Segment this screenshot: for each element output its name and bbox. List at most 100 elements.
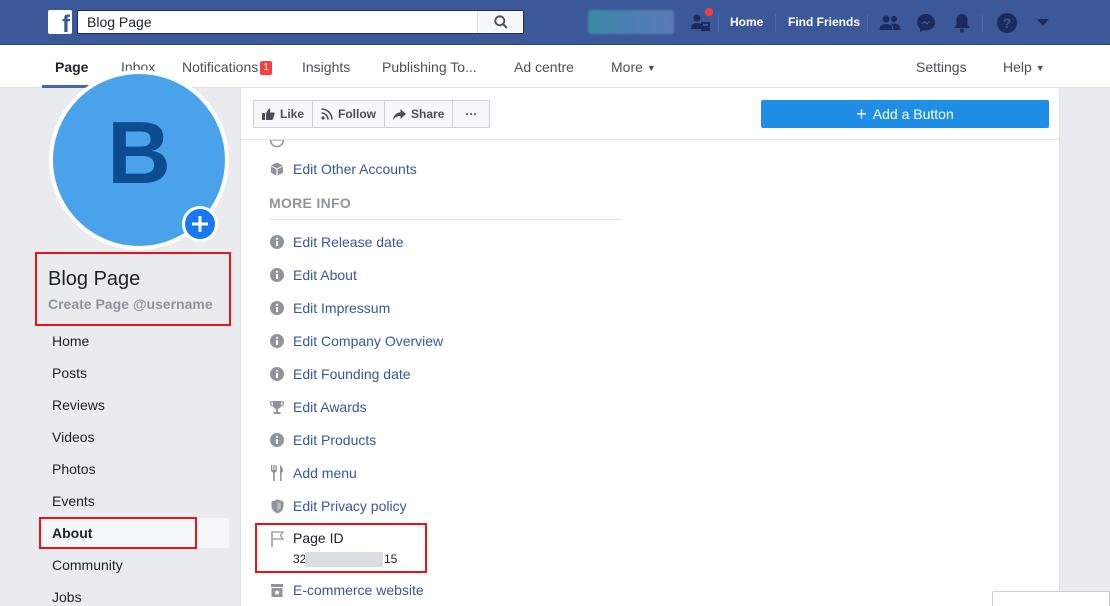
globe-icon	[269, 140, 285, 148]
plus-icon: +	[856, 104, 867, 124]
rss-icon	[321, 108, 333, 120]
sidebar-item-jobs[interactable]: Jobs	[52, 589, 82, 605]
info-row-founding-date[interactable]: Edit Founding date	[269, 364, 411, 384]
store-icon	[269, 582, 285, 598]
top-bar: f Home Find Friends ?	[0, 0, 1110, 45]
share-button[interactable]: Share	[385, 101, 454, 127]
more-info-heading: MORE INFO	[269, 195, 352, 211]
search-box[interactable]	[77, 10, 524, 34]
tab-page[interactable]: Page	[55, 59, 88, 75]
highlight-box-page-id	[255, 523, 427, 573]
sidebar-item-photos[interactable]: Photos	[52, 461, 96, 477]
section-divider	[269, 219, 621, 220]
tab-ad-centre[interactable]: Ad centre	[514, 59, 574, 75]
messenger-icon[interactable]	[914, 11, 938, 35]
search-button[interactable]	[477, 11, 523, 33]
divider	[867, 14, 868, 32]
caret-down-icon: ▼	[1035, 63, 1045, 73]
caret-down-icon: ▼	[646, 63, 656, 73]
info-row-label[interactable]: Edit Other Accounts	[293, 161, 417, 177]
info-icon	[269, 234, 285, 250]
info-row-label[interactable]: Edit Release date	[293, 234, 404, 250]
tab-help-label: Help	[1003, 59, 1032, 75]
info-row-label[interactable]: Edit Founding date	[293, 366, 411, 382]
divider	[775, 14, 776, 32]
svg-text:?: ?	[1003, 15, 1012, 31]
cube-icon	[269, 161, 285, 177]
highlight-box-about	[39, 517, 197, 549]
sidebar-item-videos[interactable]: Videos	[52, 429, 95, 445]
tab-insights[interactable]: Insights	[302, 59, 350, 75]
fork-knife-icon	[269, 465, 285, 481]
info-row-ecommerce-website[interactable]: E-commerce website	[269, 580, 424, 600]
add-button-label: Add a Button	[872, 106, 954, 122]
tab-help[interactable]: Help ▼	[1003, 59, 1045, 75]
more-dots-icon: ···	[465, 107, 478, 121]
tab-more[interactable]: More ▼	[611, 59, 656, 75]
share-label: Share	[411, 107, 445, 121]
page-action-bar: Like Follow Share ··· + Add a Button	[241, 88, 1059, 140]
highlight-box-page-name	[35, 252, 231, 326]
info-row-add-menu[interactable]: Add menu	[269, 463, 357, 483]
info-row-label[interactable]: Edit Impressum	[293, 300, 390, 316]
divider	[718, 14, 719, 32]
facebook-logo-icon[interactable]: f	[48, 10, 72, 34]
info-row-about[interactable]: Edit About	[269, 265, 357, 285]
sidebar-item-posts[interactable]: Posts	[52, 365, 87, 381]
follow-button[interactable]: Follow	[313, 101, 386, 127]
tab-notifications-label: Notifications	[182, 59, 259, 75]
notification-count-badge: 1	[260, 61, 272, 75]
like-button[interactable]: Like	[254, 101, 314, 127]
tab-more-label: More	[611, 59, 643, 75]
info-icon	[269, 333, 285, 349]
info-row-awards[interactable]: Edit Awards	[269, 397, 367, 417]
search-input[interactable]	[78, 11, 478, 33]
add-a-button[interactable]: + Add a Button	[761, 100, 1049, 128]
info-row-edit-other-accounts[interactable]: Edit Other Accounts	[269, 159, 417, 179]
info-row-company-overview[interactable]: Edit Company Overview	[269, 331, 443, 351]
sidebar-item-reviews[interactable]: Reviews	[52, 397, 105, 413]
info-icon	[269, 267, 285, 283]
info-row-label[interactable]: E-commerce website	[293, 582, 424, 598]
friends-icon[interactable]	[878, 11, 902, 35]
thumbs-up-icon	[262, 108, 275, 120]
info-row-label[interactable]: Edit Company Overview	[293, 333, 443, 349]
notifications-bell-icon[interactable]	[950, 11, 974, 35]
info-row-label[interactable]: Edit Products	[293, 432, 376, 448]
more-options-button[interactable]: ···	[453, 101, 489, 127]
profile-avatar-blurred[interactable]	[588, 10, 674, 34]
info-row-label[interactable]: Edit About	[293, 267, 357, 283]
home-link[interactable]: Home	[730, 15, 763, 29]
sidebar-item-home[interactable]: Home	[52, 333, 89, 349]
shield-icon	[269, 498, 285, 514]
tab-settings[interactable]: Settings	[916, 59, 967, 75]
tab-publishing-tools[interactable]: Publishing To...	[382, 59, 477, 75]
info-icon	[269, 366, 285, 382]
notification-dot	[704, 7, 714, 17]
sidebar-item-community[interactable]: Community	[52, 557, 123, 573]
trophy-icon	[269, 399, 285, 415]
chat-tab-widget[interactable]	[992, 591, 1110, 606]
help-question-icon[interactable]: ?	[995, 11, 1019, 35]
info-row-products[interactable]: Edit Products	[269, 430, 376, 450]
info-row-label[interactable]: Edit Privacy policy	[293, 498, 407, 514]
info-row-release-date[interactable]: Edit Release date	[269, 232, 404, 252]
add-photo-plus-icon[interactable]	[182, 206, 218, 242]
info-row-label[interactable]: Edit Awards	[293, 399, 367, 415]
share-arrow-icon	[393, 108, 407, 120]
info-icon	[269, 300, 285, 316]
info-row-impressum[interactable]: Edit Impressum	[269, 298, 390, 318]
info-row-label[interactable]: Add menu	[293, 465, 357, 481]
find-friends-link[interactable]: Find Friends	[788, 15, 860, 29]
sidebar-item-events[interactable]: Events	[52, 493, 95, 509]
info-row-privacy-policy[interactable]: Edit Privacy policy	[269, 496, 407, 516]
tab-notifications[interactable]: Notifications 1	[182, 59, 272, 75]
divider	[982, 14, 983, 32]
profile-initial: B	[107, 103, 171, 202]
page-actions-group: Like Follow Share ···	[253, 100, 491, 128]
account-menu-caret-icon[interactable]	[1031, 11, 1055, 35]
search-icon	[493, 15, 508, 29]
info-icon	[269, 432, 285, 448]
follow-label: Follow	[338, 107, 377, 121]
like-label: Like	[280, 107, 305, 121]
